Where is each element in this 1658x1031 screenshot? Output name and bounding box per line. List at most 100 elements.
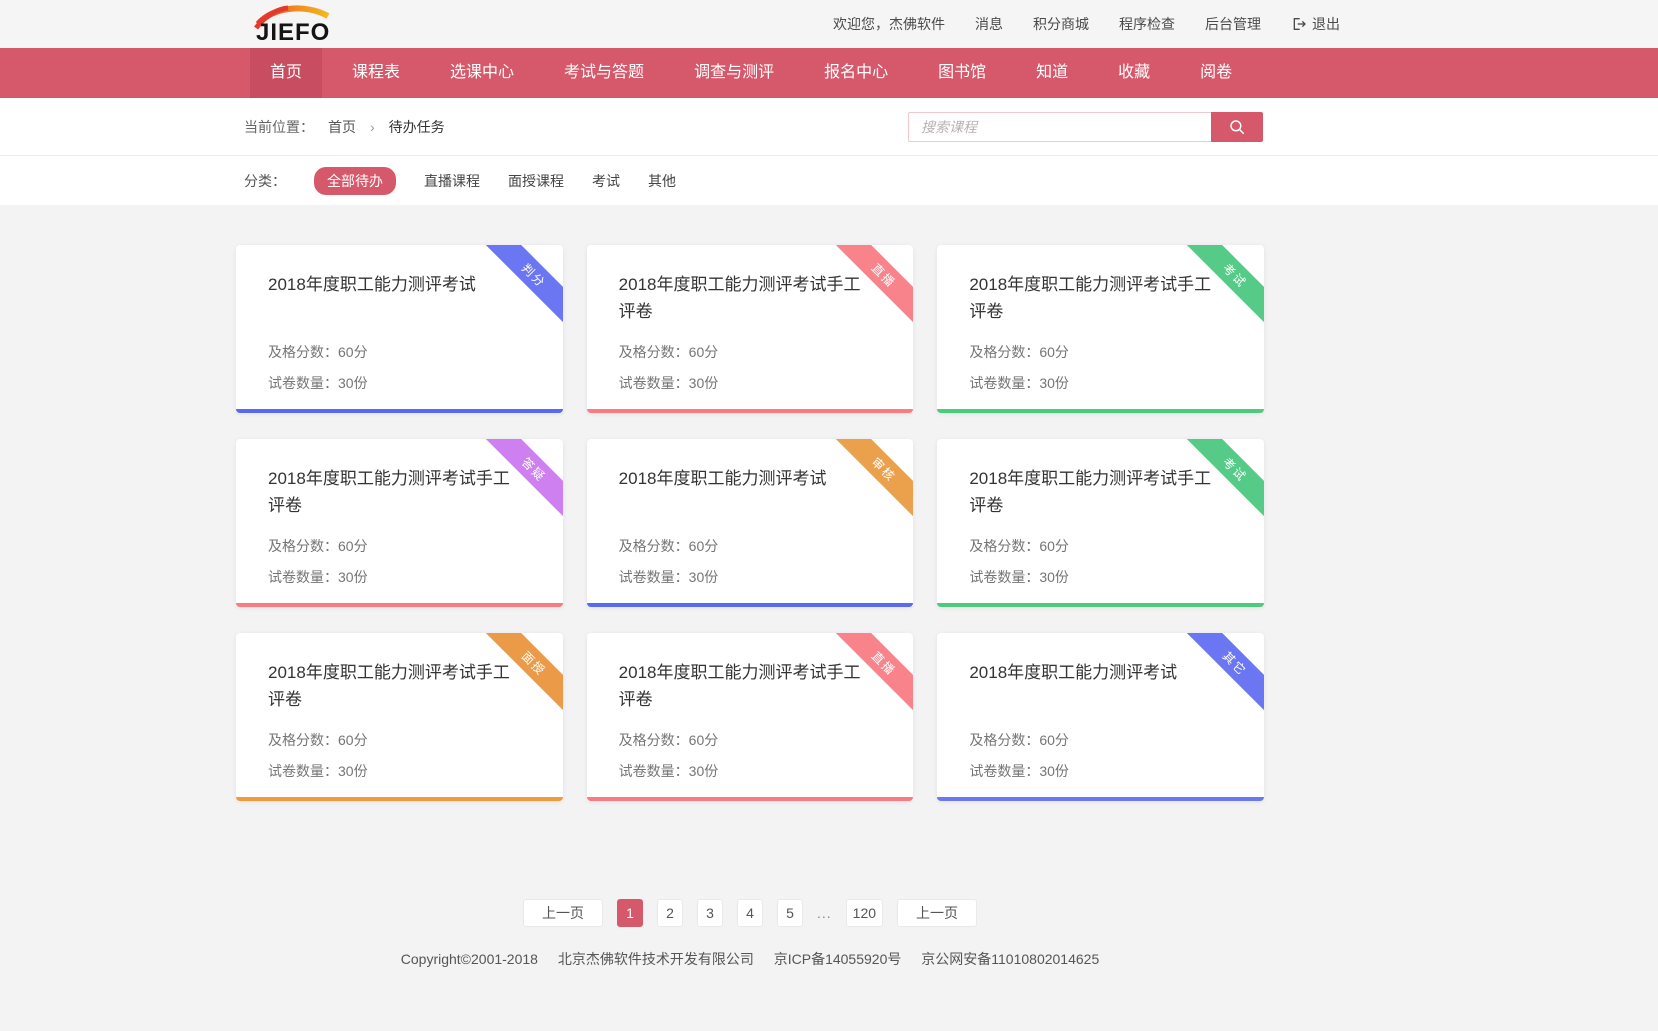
filter-item-4[interactable]: 考试	[592, 171, 620, 191]
filter-item-3[interactable]: 面授课程	[508, 171, 564, 191]
card-pass-score: 及格分数：60分	[268, 730, 533, 750]
card-ribbon: 直播	[833, 633, 913, 713]
task-card[interactable]: 考试2018年度职工能力测评考试手工评卷及格分数：60分试卷数量：30份	[937, 439, 1264, 607]
task-card[interactable]: 直播2018年度职工能力测评考试手工评卷及格分数：60分试卷数量：30份14时2…	[587, 633, 914, 801]
svg-text:JIEFO: JIEFO	[256, 19, 330, 44]
card-pass-score: 及格分数：60分	[969, 342, 1234, 362]
topbar-link-program-check[interactable]: 程序检查	[1119, 14, 1175, 34]
card-title: 2018年度职工能力测评考试	[268, 271, 518, 331]
filter-item-5[interactable]: 其他	[648, 171, 676, 191]
card-pass-score: 及格分数：60分	[619, 536, 884, 556]
topbar-link-messages[interactable]: 消息	[975, 14, 1003, 34]
ribbon-label: 直播	[833, 633, 913, 713]
task-card[interactable]: 答疑2018年度职工能力测评考试手工评卷及格分数：60分试卷数量：30份14时2…	[236, 439, 563, 607]
clock-icon	[969, 800, 986, 802]
card-paper-count: 试卷数量：30份	[619, 761, 884, 781]
card-title: 2018年度职工能力测评考试手工评卷	[969, 271, 1219, 331]
ribbon-label: 其它	[1184, 633, 1264, 713]
card-title: 2018年度职工能力测评考试	[969, 659, 1219, 719]
topbar: JIEFO 欢迎您，杰佛软件 消息 积分商城 程序检查 后台管理 退出	[0, 0, 1658, 48]
countdown-label: 14时23分59秒	[294, 796, 395, 801]
card-ribbon: 审核	[833, 439, 913, 519]
card-countdown: 14时23分59秒	[619, 602, 884, 607]
card-title: 2018年度职工能力测评考试手工评卷	[268, 465, 518, 525]
pagination-page-last[interactable]: 120	[846, 899, 883, 927]
pagination-page-4[interactable]: 4	[737, 899, 763, 927]
task-card[interactable]: 面授2018年度职工能力测评考试手工评卷及格分数：60分试卷数量：30份14时2…	[236, 633, 563, 801]
card-title: 2018年度职工能力测评考试手工评卷	[969, 465, 1219, 525]
card-paper-count: 试卷数量：30份	[619, 373, 884, 393]
card-paper-count: 试卷数量：30份	[268, 373, 533, 393]
ribbon-label: 直播	[833, 245, 913, 325]
ribbon-label: 面授	[483, 633, 563, 713]
jiefo-logo[interactable]: JIEFO	[236, 4, 340, 44]
card-paper-count: 试卷数量：30份	[969, 373, 1234, 393]
countdown-label: 14时23分59秒	[294, 602, 395, 607]
card-ribbon: 其它	[1184, 633, 1264, 713]
pagination-page-3[interactable]: 3	[697, 899, 723, 927]
card-title: 2018年度职工能力测评考试	[619, 465, 869, 525]
filter-item-2[interactable]: 直播课程	[424, 171, 480, 191]
card-ribbon: 判分	[483, 245, 563, 325]
breadcrumb: 当前位置： 首页 › 待办任务	[236, 117, 445, 137]
footer-icp: 京ICP备14055920号	[774, 951, 902, 967]
ribbon-label: 审核	[833, 439, 913, 519]
welcome-text: 欢迎您，杰佛软件	[833, 14, 945, 34]
task-card[interactable]: 考试2018年度职工能力测评考试手工评卷及格分数：60分试卷数量：30份	[937, 245, 1264, 413]
nav-item-8[interactable]: 知道	[1016, 48, 1088, 98]
task-card[interactable]: 判分2018年度职工能力测评考试及格分数：60分试卷数量：30份14时23分59…	[236, 245, 563, 413]
search-button[interactable]	[1211, 112, 1263, 142]
card-ribbon: 考试	[1184, 245, 1264, 325]
nav-item-3[interactable]: 选课中心	[430, 48, 534, 98]
nav-item-9[interactable]: 收藏	[1098, 48, 1170, 98]
breadcrumb-label: 当前位置：	[244, 117, 314, 137]
breadcrumb-home-link[interactable]: 首页	[328, 117, 356, 137]
card-title: 2018年度职工能力测评考试手工评卷	[619, 271, 869, 331]
task-card[interactable]: 其它2018年度职工能力测评考试及格分数：60分试卷数量：30份14时23分59…	[937, 633, 1264, 801]
topbar-link-admin[interactable]: 后台管理	[1205, 14, 1261, 34]
footer-company: 北京杰佛软件技术开发有限公司	[558, 951, 754, 967]
nav-item-5[interactable]: 调查与测评	[674, 48, 794, 98]
nav-item-4[interactable]: 考试与答题	[544, 48, 664, 98]
clock-icon	[268, 606, 285, 608]
jiefo-logo-icon: JIEFO	[248, 4, 340, 44]
task-card-grid: 判分2018年度职工能力测评考试及格分数：60分试卷数量：30份14时23分59…	[236, 245, 1264, 801]
card-countdown: 14时23分59秒	[268, 796, 533, 801]
card-countdown: 14时23分59秒	[268, 602, 533, 607]
logout-icon	[1291, 16, 1307, 32]
countdown-label: 14时23分59秒	[645, 602, 746, 607]
card-ribbon: 面授	[483, 633, 563, 713]
logout-button[interactable]: 退出	[1291, 14, 1340, 34]
pagination-page-1[interactable]: 1	[617, 899, 643, 927]
card-pass-score: 及格分数：60分	[619, 342, 884, 362]
breadcrumb-current: 待办任务	[389, 117, 445, 137]
nav-item-10[interactable]: 阅卷	[1180, 48, 1252, 98]
footer: Copyright©2001-2018 北京杰佛软件技术开发有限公司 京ICP备…	[236, 949, 1264, 969]
pagination-next-button[interactable]: 上一页	[897, 899, 977, 927]
card-paper-count: 试卷数量：30份	[969, 567, 1234, 587]
clock-icon	[619, 606, 636, 608]
search-input[interactable]	[908, 112, 1211, 142]
pagination-page-2[interactable]: 2	[657, 899, 683, 927]
main-nav: 首页课程表选课中心考试与答题调查与测评报名中心图书馆知道收藏阅卷	[0, 48, 1658, 98]
nav-item-1[interactable]: 首页	[250, 48, 322, 98]
task-card[interactable]: 直播2018年度职工能力测评考试手工评卷及格分数：60分试卷数量：30份14时2…	[587, 245, 914, 413]
card-paper-count: 试卷数量：30份	[268, 761, 533, 781]
card-paper-count: 试卷数量：30份	[969, 761, 1234, 781]
task-card[interactable]: 审核2018年度职工能力测评考试及格分数：60分试卷数量：30份 14时23分59…	[587, 439, 914, 607]
card-title: 2018年度职工能力测评考试手工评卷	[619, 659, 869, 719]
search-icon	[1228, 118, 1246, 136]
card-countdown: 14时23分59秒	[619, 796, 884, 801]
pagination: 上一页12345...120上一页	[236, 899, 1264, 927]
card-pass-score: 及格分数：60分	[268, 342, 533, 362]
nav-item-6[interactable]: 报名中心	[804, 48, 908, 98]
nav-item-2[interactable]: 课程表	[332, 48, 420, 98]
pagination-page-5[interactable]: 5	[777, 899, 803, 927]
ribbon-label: 考试	[1184, 245, 1264, 325]
filter-item-1[interactable]: 全部待办	[314, 167, 396, 195]
ribbon-label: 答疑	[483, 439, 563, 519]
nav-item-7[interactable]: 图书馆	[918, 48, 1006, 98]
topbar-link-points-mall[interactable]: 积分商城	[1033, 14, 1089, 34]
pagination-prev-button[interactable]: 上一页	[523, 899, 603, 927]
card-paper-count: 试卷数量：30份	[619, 567, 884, 587]
